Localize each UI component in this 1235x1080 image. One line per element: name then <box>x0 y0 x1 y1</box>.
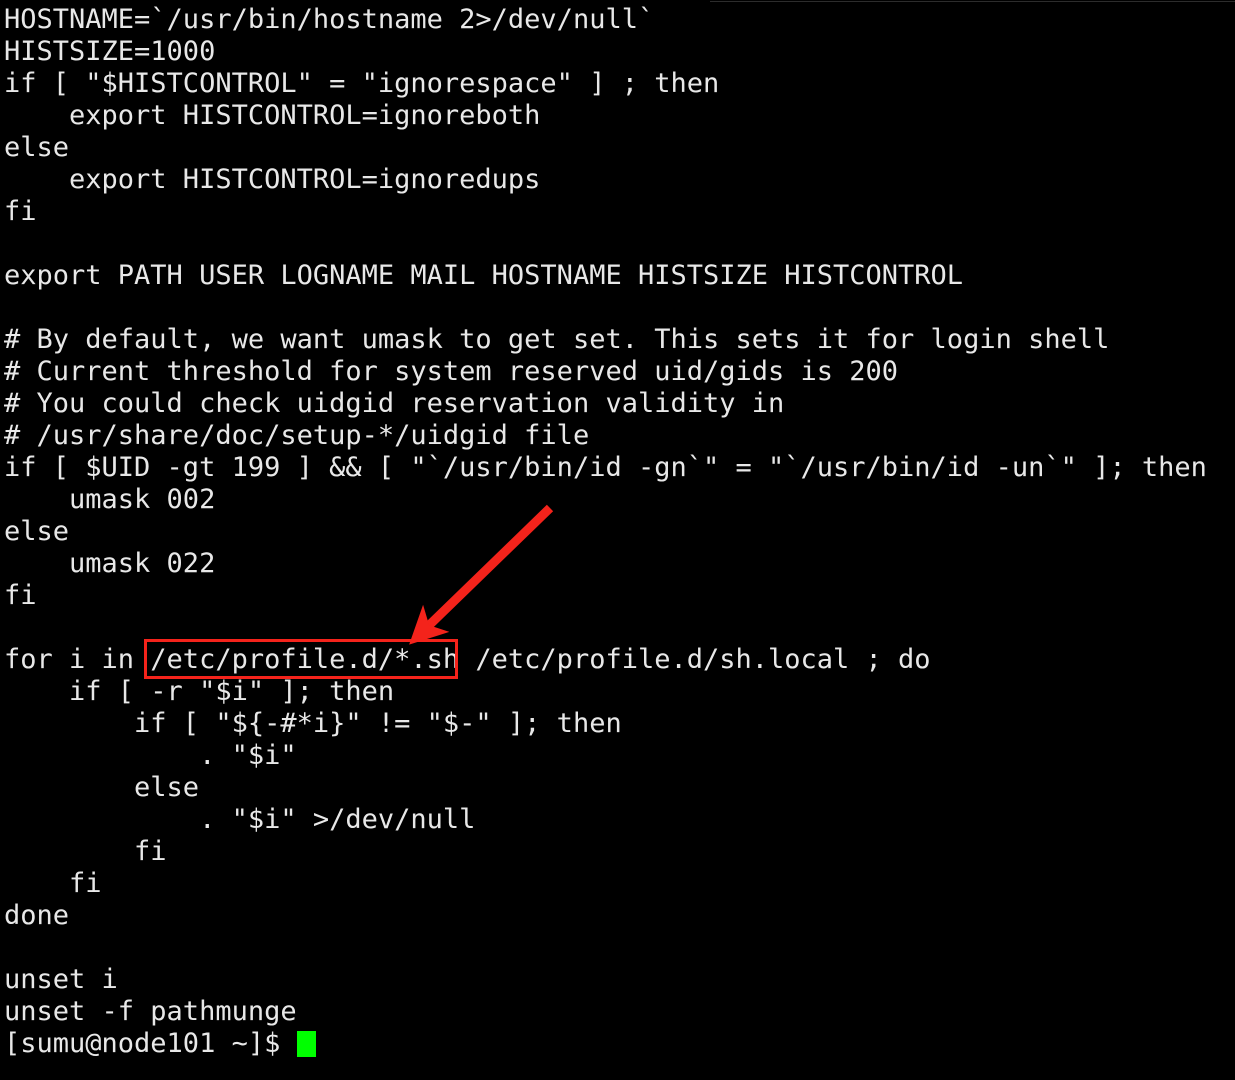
terminal-line: export HISTCONTROL=ignoreboth <box>4 100 541 131</box>
terminal-window[interactable]: HOSTNAME=`/usr/bin/hostname 2>/dev/null`… <box>0 0 1235 1080</box>
terminal-line: # You could check uidgid reservation val… <box>4 388 785 419</box>
terminal-line: else <box>4 772 200 803</box>
terminal-line: fi <box>4 868 102 899</box>
terminal-line: else <box>4 132 70 163</box>
text-cursor <box>296 1031 316 1057</box>
terminal-line: HOSTNAME=`/usr/bin/hostname 2>/dev/null` <box>4 4 655 35</box>
terminal-line: # By default, we want umask to get set. … <box>4 324 1110 355</box>
terminal-line: umask 022 <box>4 548 216 579</box>
terminal-line: fi <box>4 196 37 227</box>
terminal-line: fi <box>4 836 167 867</box>
terminal-line: else <box>4 516 70 547</box>
terminal-line: if [ $UID -gt 199 ] && [ "`/usr/bin/id -… <box>4 452 1207 483</box>
terminal-line: HISTSIZE=1000 <box>4 36 216 67</box>
terminal-line: export HISTCONTROL=ignoredups <box>4 164 541 195</box>
terminal-line: # Current threshold for system reserved … <box>4 356 899 387</box>
terminal-line: done <box>4 900 70 931</box>
terminal-line: fi <box>4 580 37 611</box>
terminal-line: # /usr/share/doc/setup-*/uidgid file <box>4 420 590 451</box>
terminal-line: if [ "$HISTCONTROL" = "ignorespace" ] ; … <box>4 68 720 99</box>
shell-prompt-line: [sumu@node101 ~]$ <box>4 1028 316 1060</box>
terminal-line: . "$i" >/dev/null <box>4 804 476 835</box>
terminal-line: umask 002 <box>4 484 216 515</box>
shell-prompt-text: [sumu@node101 ~]$ <box>4 1028 297 1059</box>
terminal-line: . "$i" <box>4 740 297 771</box>
terminal-line: for i in /etc/profile.d/*.sh /etc/profil… <box>4 644 931 675</box>
terminal-line: unset i <box>4 964 118 995</box>
terminal-line: export PATH USER LOGNAME MAIL HOSTNAME H… <box>4 260 964 291</box>
terminal-line: if [ -r "$i" ]; then <box>4 676 395 707</box>
terminal-line: if [ "${-#*i}" != "$-" ]; then <box>4 708 622 739</box>
terminal-output: HOSTNAME=`/usr/bin/hostname 2>/dev/null`… <box>0 0 1207 1028</box>
terminal-line: unset -f pathmunge <box>4 996 297 1027</box>
